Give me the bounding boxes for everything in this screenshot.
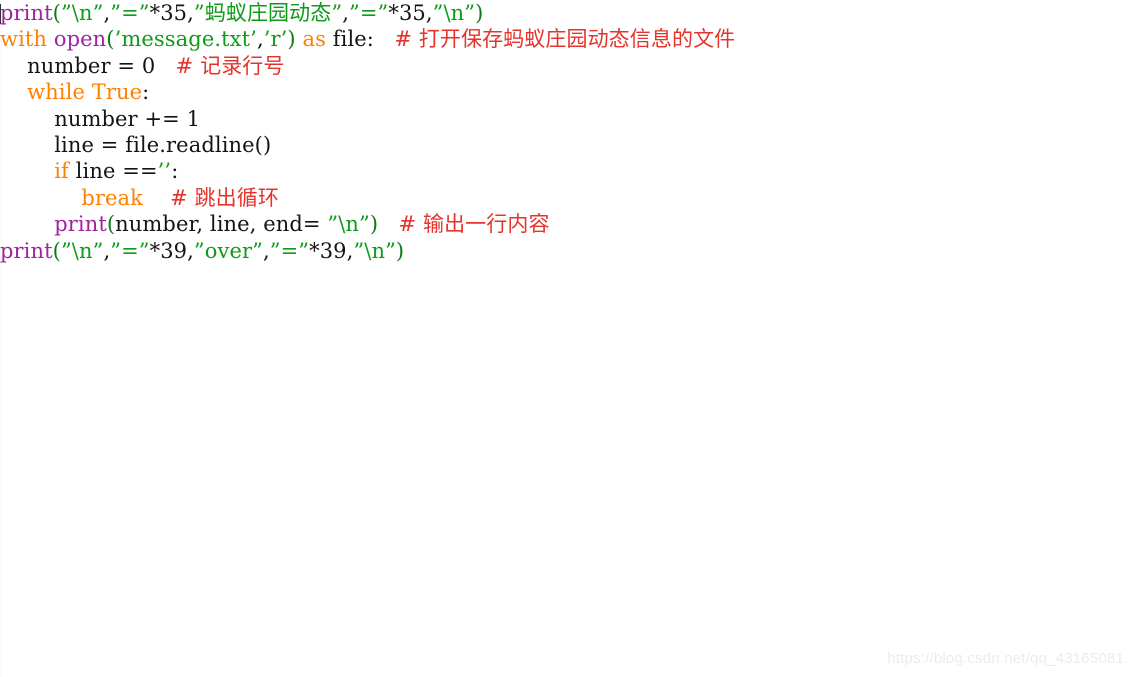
- code-token-keyword: if: [54, 159, 69, 184]
- code-token-string: ”=”: [269, 238, 310, 263]
- code-token-plain: number = 0: [27, 53, 176, 78]
- code-token-plain: ,: [262, 238, 270, 263]
- code-token-keyword: as: [302, 27, 326, 52]
- code-token-string: ”=”: [348, 1, 389, 25]
- code-token-comment: # 打开保存蚂蚁庄园动态信息的文件: [394, 27, 736, 52]
- code-token-function: print: [0, 1, 53, 25]
- code-token-comment: # 输出一行内容: [398, 212, 550, 237]
- code-token-function: open: [53, 27, 107, 52]
- code-line[interactable]: print(”\n”,”=”*35,”蚂蚁庄园动态”,”=”*35,”\n”): [0, 0, 1132, 26]
- code-token-function: print: [0, 238, 53, 263]
- code-token-punctuation: (: [106, 212, 116, 237]
- code-token-string: ’’: [157, 159, 172, 184]
- code-token-plain: :: [171, 159, 179, 184]
- code-token-plain: number, line, end=: [115, 212, 328, 237]
- code-token-punctuation: ): [287, 27, 296, 52]
- code-token-punctuation: (: [52, 238, 61, 263]
- code-line[interactable]: if line ==’’:: [0, 158, 1132, 184]
- code-token-string: ”=”: [110, 238, 150, 263]
- code-token-punctuation: ): [369, 212, 379, 237]
- code-token-keyword: with: [0, 27, 48, 52]
- code-token-string: ”\n”: [353, 238, 396, 263]
- code-token-punctuation: (: [52, 1, 61, 25]
- code-token-string: ”\n”: [432, 1, 476, 25]
- code-token-plain: :: [142, 80, 150, 105]
- code-line[interactable]: number = 0 # 记录行号: [0, 53, 1132, 79]
- code-token-plain: number += 1: [54, 106, 201, 131]
- code-token-comment: # 记录行号: [175, 53, 285, 78]
- code-token-punctuation: (: [106, 27, 115, 52]
- code-line[interactable]: with open(’message.txt’,’r’) as file: # …: [0, 26, 1132, 52]
- code-token-keyword: True: [91, 80, 143, 105]
- code-token-plain: line = file.readline(): [54, 132, 272, 157]
- code-token-plain: *35,: [149, 1, 194, 25]
- code-token-string: ”=”: [110, 1, 150, 25]
- code-line[interactable]: print(”\n”,”=”*39,”over”,”=”*39,”\n”): [0, 238, 1132, 264]
- code-line[interactable]: number += 1: [0, 106, 1132, 132]
- code-token-plain: *39,: [309, 238, 354, 263]
- code-token-string: ’r’: [263, 27, 288, 52]
- code-token-plain: file:: [326, 27, 395, 52]
- code-line[interactable]: print(number, line, end= ”\n”) # 输出一行内容: [0, 211, 1132, 237]
- code-line[interactable]: line = file.readline(): [0, 132, 1132, 158]
- code-line[interactable]: break # 跳出循环: [0, 185, 1132, 211]
- code-token-function: print: [54, 212, 107, 237]
- code-token-punctuation: ): [475, 1, 484, 25]
- code-token-string: ”over”: [193, 238, 263, 263]
- code-token-string: ’message.txt’: [114, 27, 257, 52]
- code-token-punctuation: ): [395, 238, 405, 263]
- watermark-text: https://blog.csdn.net/qq_43165081: [887, 650, 1124, 667]
- code-editor-content[interactable]: print(”\n”,”=”*35,”蚂蚁庄园动态”,”=”*35,”\n”) w…: [0, 0, 1132, 264]
- code-token-string: ”\n”: [327, 212, 370, 237]
- code-token-plain: ,: [256, 27, 264, 52]
- code-token-comment: # 跳出循环: [170, 185, 279, 210]
- code-token-plain: line ==: [68, 159, 158, 184]
- code-token-keyword: break: [81, 185, 143, 210]
- code-token-string: ”\n”: [60, 1, 104, 25]
- code-line[interactable]: while True:: [0, 79, 1132, 105]
- code-token-keyword: while: [27, 80, 85, 105]
- code-token-string: ”\n”: [60, 238, 104, 263]
- code-token-plain: *35,: [388, 1, 433, 25]
- code-token-string: ”蚂蚁庄园动态”: [193, 1, 343, 25]
- code-token-plain: *39,: [149, 238, 194, 263]
- code-token-plain: ,: [342, 1, 349, 25]
